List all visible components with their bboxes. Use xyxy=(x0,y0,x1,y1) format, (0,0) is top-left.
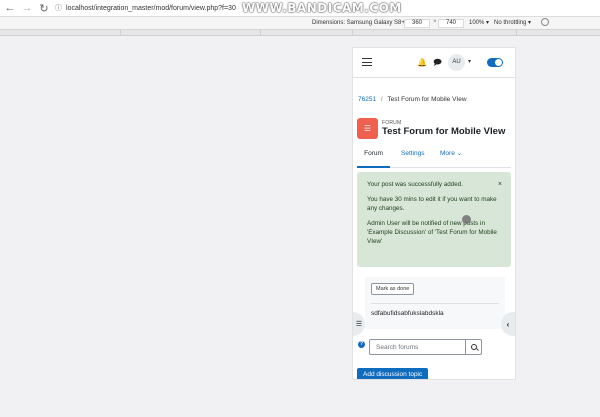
help-icon[interactable]: ? xyxy=(358,341,365,348)
touch-cursor-icon xyxy=(462,215,471,224)
chevron-down-icon[interactable]: ▾ xyxy=(468,58,471,65)
tab-settings[interactable]: Settings xyxy=(401,147,425,168)
secondary-navigation: Forum Settings More ⌄ xyxy=(357,147,511,168)
search-input[interactable] xyxy=(369,339,466,355)
search-button[interactable] xyxy=(466,339,482,355)
hamburger-menu-icon[interactable] xyxy=(362,58,372,66)
back-arrow-icon[interactable]: ← xyxy=(3,1,17,15)
activity-header: ☰ FORUM Test Forum for Mobile VIew xyxy=(357,118,505,139)
reload-icon[interactable]: ↻ xyxy=(37,1,51,15)
close-icon[interactable]: × xyxy=(498,180,502,189)
alert-line-edit-window: You have 30 mins to edit it if you want … xyxy=(367,196,497,212)
device-toolbar: Dimensions: Samsung Galaxy S8+ ▾ 360 × 7… xyxy=(0,17,600,30)
discussion-card: Mark as done sdfabufidsabfukslabdskla xyxy=(365,277,505,329)
alert-line-success: Your post was successfully added. xyxy=(367,181,464,188)
forward-arrow-icon[interactable]: → xyxy=(20,1,34,15)
tab-more[interactable]: More ⌄ xyxy=(440,147,462,168)
discussion-title[interactable]: sdfabufidsabfukslabdskla xyxy=(371,310,444,317)
mobile-viewport: 🔔 🗩 AU ▾ 76251 / Test Forum for Mobile V… xyxy=(352,47,516,380)
device-dimensions-select[interactable]: Dimensions: Samsung Galaxy S8+ ▾ xyxy=(312,19,410,26)
url-text: localhost/integration_master/mod/forum/v… xyxy=(66,4,236,12)
breadcrumb-separator: / xyxy=(380,96,383,103)
dimension-separator: × xyxy=(433,19,437,25)
user-avatar[interactable]: AU xyxy=(448,54,465,71)
mark-as-done-button[interactable]: Mark as done xyxy=(371,283,415,295)
viewport-height-input[interactable]: 740 xyxy=(438,19,464,28)
block-drawer-toggle[interactable]: ‹ xyxy=(501,312,515,336)
edit-mode-toggle[interactable] xyxy=(487,58,503,67)
address-bar[interactable]: ⓘ localhost/integration_master/mod/forum… xyxy=(55,1,236,15)
rotate-icon[interactable] xyxy=(541,18,549,26)
breadcrumb-course-link[interactable]: 76251 xyxy=(358,96,376,103)
forum-icon: ☰ xyxy=(357,118,378,139)
media-query-ruler xyxy=(0,30,600,36)
add-discussion-button[interactable]: Add discussion topic xyxy=(357,368,429,379)
site-header: 🔔 🗩 AU ▾ xyxy=(353,48,515,78)
alert-line-notification: Admin User will be notified of new posts… xyxy=(367,220,497,245)
breadcrumb-current: Test Forum for Mobile VIew xyxy=(387,96,467,103)
tab-more-label: More xyxy=(440,150,455,157)
course-index-drawer-toggle[interactable]: ☰ xyxy=(353,312,365,336)
recording-watermark: WWW.BANDICAM.COM xyxy=(242,1,402,15)
forum-search xyxy=(369,339,482,355)
viewport-width-input[interactable]: 360 xyxy=(404,19,430,28)
chevron-left-icon: ‹ xyxy=(506,319,510,329)
throttling-select[interactable]: No throttling ▾ xyxy=(494,19,531,26)
breadcrumb: 76251 / Test Forum for Mobile VIew xyxy=(358,96,467,103)
zoom-select[interactable]: 100% ▾ xyxy=(469,19,489,26)
divider xyxy=(371,303,499,304)
search-icon xyxy=(470,344,477,350)
info-icon: ⓘ xyxy=(55,5,62,12)
notification-bell-icon[interactable]: 🔔 xyxy=(417,58,427,67)
tab-forum[interactable]: Forum xyxy=(357,147,390,168)
messages-icon[interactable]: 🗩 xyxy=(433,57,442,71)
success-alert: Your post was successfully added. You ha… xyxy=(357,172,511,267)
list-icon: ☰ xyxy=(355,321,363,328)
page-title: Test Forum for Mobile VIew xyxy=(382,126,506,137)
chevron-down-icon: ⌄ xyxy=(454,150,463,157)
